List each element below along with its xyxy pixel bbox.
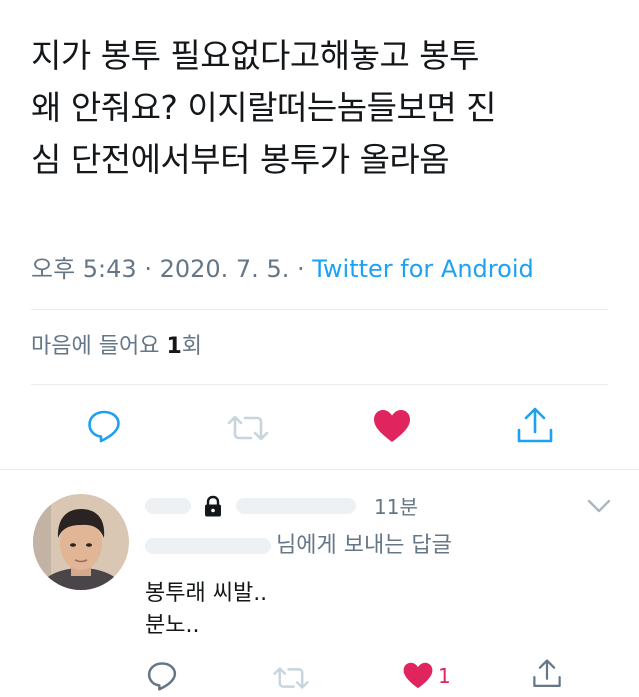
retweet-button[interactable] — [226, 412, 270, 444]
divider — [31, 384, 608, 385]
reply-avatar[interactable] — [33, 494, 129, 590]
reply-time: 11분 — [374, 495, 418, 519]
tweet-date: 2020. 7. 5. — [159, 255, 290, 283]
share-icon — [533, 659, 561, 687]
tweet-source-link[interactable]: Twitter for Android — [312, 255, 533, 283]
reply-like-count: 1 — [438, 663, 451, 688]
divider — [0, 469, 639, 470]
reply-icon — [88, 410, 120, 443]
lock-icon — [201, 494, 225, 522]
meta-separator: · — [136, 255, 160, 283]
tweet-detail-screen: 지가 봉투 필요없다고해놓고 봉투 왜 안줘요? 이지랄떠는놈들보면 진 심 단… — [0, 0, 639, 697]
retweet-icon — [227, 415, 269, 441]
chevron-down-icon — [587, 499, 611, 513]
reply-menu-button[interactable] — [587, 498, 611, 518]
likes-count: 1 — [166, 334, 182, 359]
tweet-meta: 오후 5:43 · 2020. 7. 5. · Twitter for Andr… — [31, 254, 534, 284]
heart-icon — [403, 662, 433, 689]
heart-icon — [374, 410, 410, 442]
likes-label: 마음에 들어요 — [31, 334, 167, 359]
retweet-icon — [273, 667, 309, 689]
reply-share-button[interactable] — [532, 658, 562, 690]
likes-unit: 회 — [181, 334, 202, 359]
hidden-reply-to-username — [145, 538, 271, 554]
reply-retweet-button[interactable] — [272, 664, 310, 692]
reply-reply-button[interactable] — [146, 660, 178, 692]
like-button[interactable] — [372, 408, 412, 444]
reply-to-label: 님에게 보내는 답글 — [276, 533, 452, 558]
share-icon — [517, 407, 553, 443]
hidden-display-name — [145, 498, 191, 514]
meta-separator: · — [289, 255, 313, 283]
reply-like-button[interactable]: 1 — [402, 661, 451, 690]
hidden-username — [236, 498, 356, 514]
tweet-time: 오후 5:43 — [31, 255, 137, 283]
share-button[interactable] — [516, 406, 554, 446]
divider — [31, 309, 608, 310]
avatar-image — [33, 494, 129, 590]
reply-text: 봉투래 씨발.. 분노.. — [145, 581, 268, 638]
tweet-text: 지가 봉투 필요없다고해놓고 봉투 왜 안줘요? 이지랄떠는놈들보면 진 심 단… — [31, 36, 497, 179]
reply-icon — [147, 662, 177, 691]
likes-summary[interactable]: 마음에 들어요 1회 — [31, 332, 202, 362]
reply-button[interactable] — [86, 408, 122, 444]
